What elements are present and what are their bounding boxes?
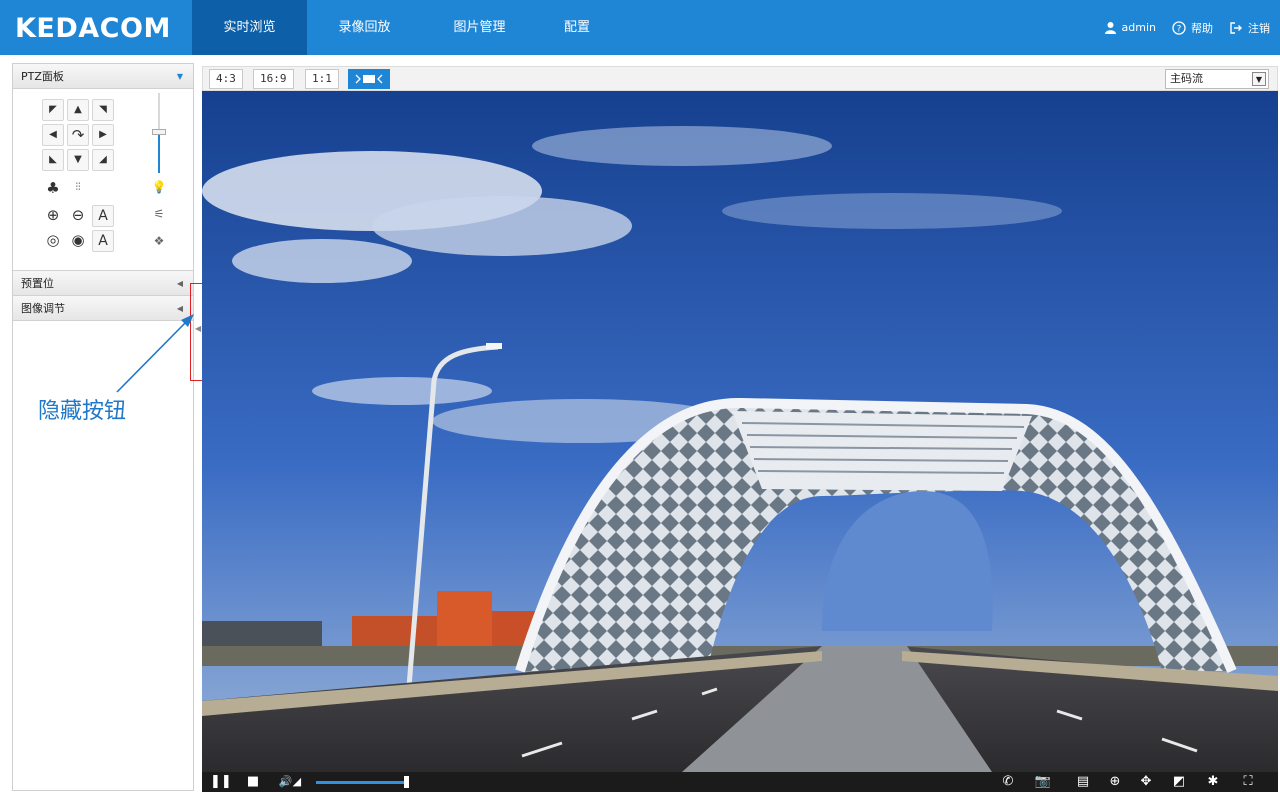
svg-text:?: ? <box>1177 24 1182 34</box>
user-area: admin ? 帮助 注销 <box>1094 0 1270 55</box>
live-video-view[interactable] <box>202 91 1278 772</box>
volume-slider-thumb[interactable] <box>404 776 409 788</box>
ratio-1-1-button[interactable]: 1:1 <box>305 69 339 89</box>
tab-playback[interactable]: 录像回放 <box>307 0 422 55</box>
fullscreen-icon[interactable]: ⛶ <box>1238 772 1258 792</box>
tab-configuration[interactable]: 配置 <box>537 0 617 55</box>
snapshot-icon[interactable]: 📷 <box>1030 772 1056 792</box>
ptz-3d-icon[interactable]: ✥ <box>1136 772 1156 792</box>
stream-select-value: 主码流 <box>1170 72 1203 85</box>
user-icon <box>1104 22 1116 34</box>
fit-window-icon <box>355 74 383 84</box>
stream-select[interactable]: 主码流 ▼ <box>1165 69 1269 89</box>
annotation-label: 隐藏按钮 <box>38 399 127 424</box>
help-icon: ? <box>1172 20 1186 35</box>
statistics-icon[interactable]: ◩ <box>1170 772 1188 792</box>
stop-icon[interactable]: ■ <box>246 772 260 792</box>
chevron-down-icon: ▼ <box>1252 72 1266 86</box>
logout-icon <box>1230 21 1242 34</box>
tab-picture-management[interactable]: 图片管理 <box>422 0 537 55</box>
talk-icon[interactable]: ✆ <box>998 772 1018 792</box>
settings-icon[interactable]: ✱ <box>1204 772 1222 792</box>
logout-label: 注销 <box>1248 21 1270 35</box>
ratio-4-3-button[interactable]: 4:3 <box>209 69 243 89</box>
video-toolbar: 4:3 16:9 1:1 主码流 ▼ <box>202 66 1278 91</box>
digital-zoom-icon[interactable]: ⊕ <box>1106 772 1124 792</box>
username: admin <box>1121 21 1156 34</box>
user-menu[interactable]: admin <box>1104 21 1156 34</box>
fit-window-button[interactable] <box>348 69 390 89</box>
volume-slider[interactable] <box>316 781 407 784</box>
logout-button[interactable]: 注销 <box>1229 20 1270 36</box>
ratio-16-9-button[interactable]: 16:9 <box>253 69 294 89</box>
record-icon[interactable]: ▤ <box>1074 772 1092 792</box>
pause-icon[interactable]: ❚❚ <box>210 772 232 792</box>
help-label: 帮助 <box>1191 21 1213 35</box>
video-frame-image <box>202 91 1278 772</box>
video-control-bar: ❚❚ ■ 🔊◢ ✆ 📷 ▤ ⊕ ✥ ◩ ✱ ⛶ <box>202 772 1278 792</box>
volume-icon[interactable]: 🔊◢ <box>276 772 304 792</box>
help-button[interactable]: ? 帮助 <box>1172 20 1213 36</box>
